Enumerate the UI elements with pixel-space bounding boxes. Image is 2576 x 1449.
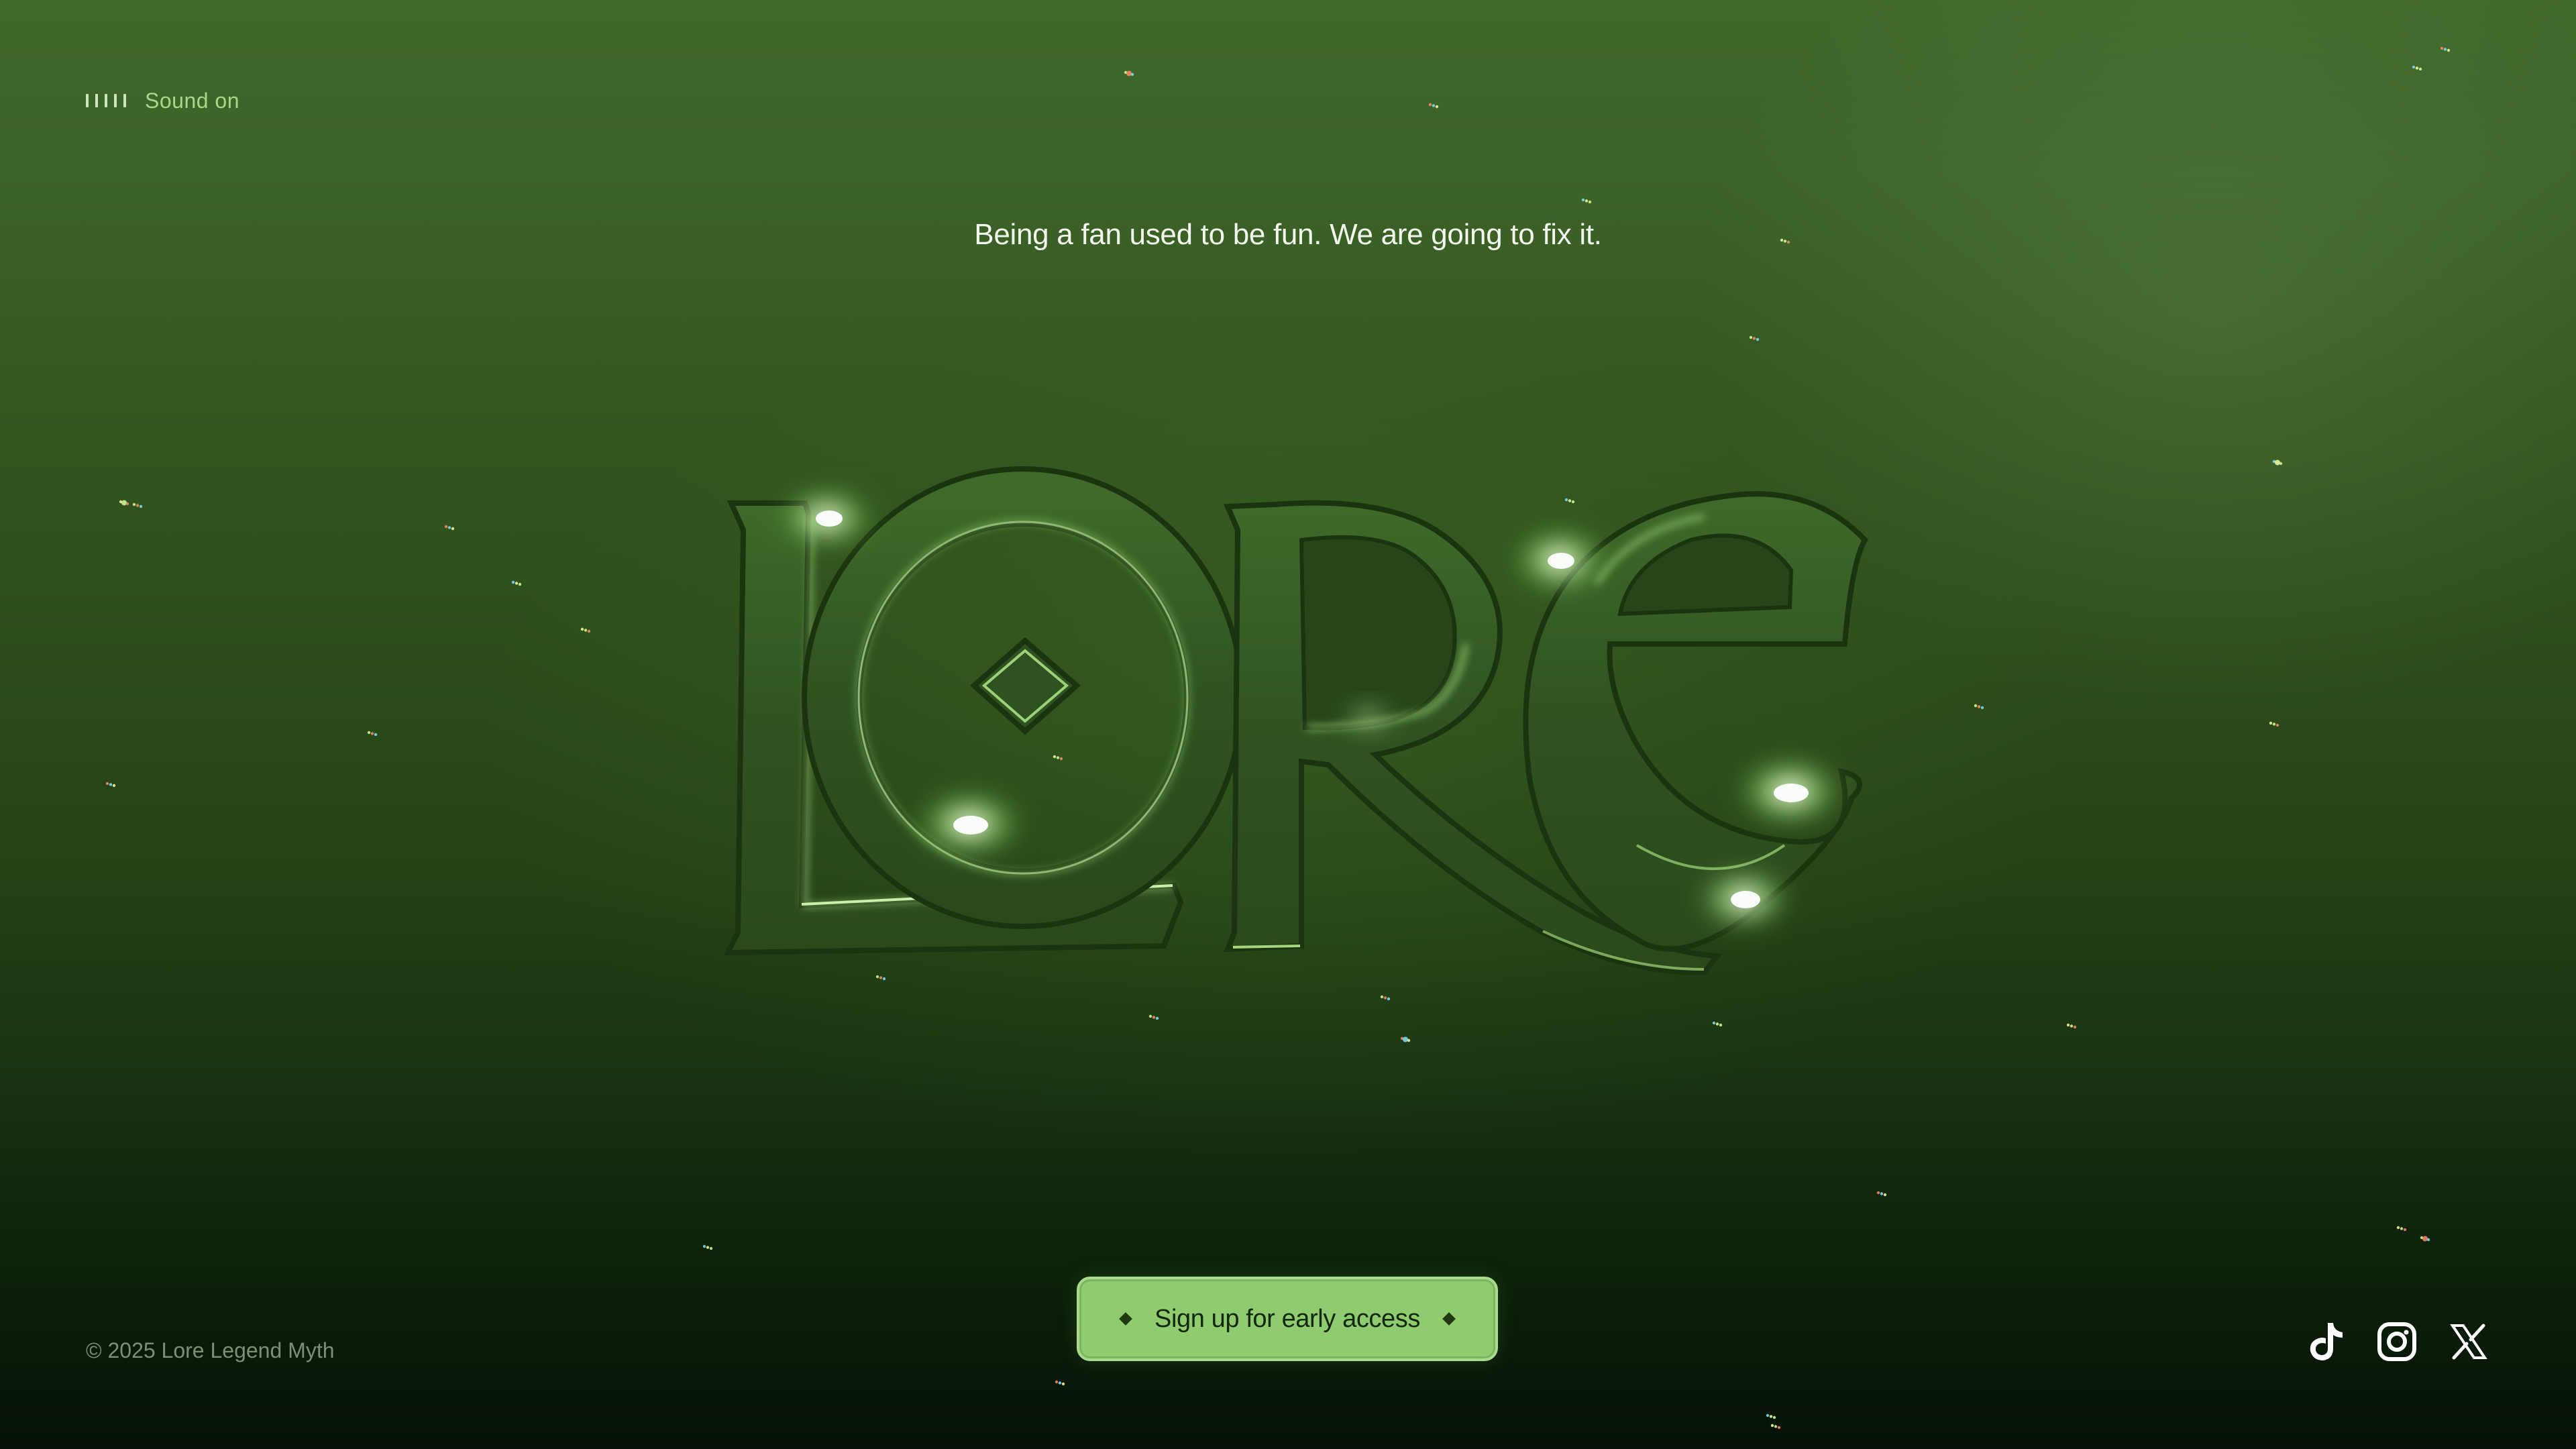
instagram-link[interactable] bbox=[2371, 1316, 2422, 1367]
x-link[interactable] bbox=[2443, 1316, 2494, 1367]
instagram-icon bbox=[2377, 1322, 2416, 1361]
hero-background: Sound on Being a fan used to be fun. We … bbox=[0, 0, 2576, 1449]
logo-diamond-icon bbox=[969, 637, 1081, 735]
logo-letter-o bbox=[802, 466, 1244, 929]
x-icon bbox=[2450, 1324, 2487, 1360]
early-access-label: Sign up for early access bbox=[1155, 1304, 1420, 1333]
lore-logo bbox=[723, 466, 1868, 976]
diamond-icon bbox=[1119, 1312, 1132, 1326]
tiktok-link[interactable] bbox=[2300, 1316, 2351, 1367]
diamond-icon bbox=[1442, 1312, 1456, 1326]
copyright-text: © 2025 Lore Legend Myth bbox=[86, 1338, 335, 1362]
early-access-signup-button[interactable]: Sign up for early access bbox=[1077, 1277, 1498, 1361]
tiktok-icon bbox=[2310, 1323, 2343, 1360]
